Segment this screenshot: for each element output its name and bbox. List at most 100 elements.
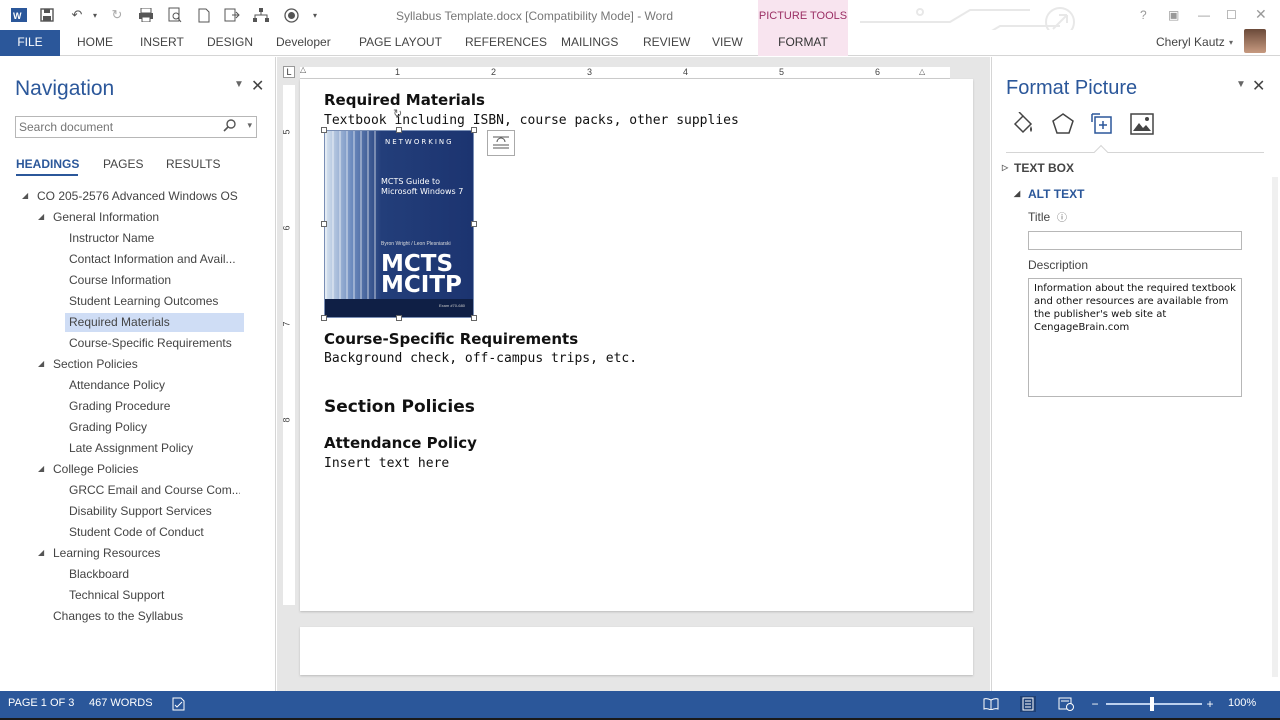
resize-handle[interactable] — [471, 315, 477, 321]
zoom-out-icon[interactable]: − — [1087, 696, 1103, 712]
collapse-icon[interactable]: ◢ — [38, 548, 44, 557]
nav-tree-item[interactable]: CO 205-2576 Advanced Windows OS — [33, 187, 240, 206]
tab-file[interactable]: FILE — [0, 30, 60, 56]
nav-tree-item[interactable]: Student Code of Conduct — [65, 523, 240, 542]
save-icon[interactable] — [38, 6, 56, 24]
new-document-icon[interactable] — [195, 6, 213, 24]
attendance-text[interactable]: Insert text here — [324, 456, 449, 471]
resize-handle[interactable] — [321, 221, 327, 227]
document-page[interactable] — [300, 627, 973, 675]
word-logo-icon[interactable]: W — [10, 6, 28, 24]
tab-view[interactable]: VIEW — [712, 30, 743, 56]
section-alt-text[interactable]: ◢ ALT TEXT — [1014, 187, 1084, 201]
user-dropdown-icon[interactable]: ▾ — [1229, 38, 1233, 47]
nav-tree-item[interactable]: Grading Procedure — [65, 397, 240, 416]
search-box[interactable]: ▾ — [15, 116, 257, 138]
layout-options-button[interactable] — [487, 130, 515, 156]
avatar[interactable] — [1244, 29, 1266, 53]
picture-icon[interactable] — [1129, 111, 1155, 137]
nav-tree-item[interactable]: Required Materials — [65, 313, 244, 332]
close-icon[interactable]: ✕ — [251, 76, 264, 96]
nav-tree-item[interactable]: Course Information — [65, 271, 240, 290]
nav-tree-item[interactable]: Changes to the Syllabus — [49, 607, 240, 626]
record-icon[interactable] — [282, 6, 300, 24]
tab-stop-selector[interactable]: L — [283, 66, 295, 78]
resize-handle[interactable] — [471, 221, 477, 227]
required-materials-text[interactable]: Textbook including ISBN, course packs, o… — [324, 113, 739, 128]
info-icon[interactable]: ⓘ — [1057, 209, 1067, 224]
print-icon[interactable] — [137, 6, 155, 24]
alt-text-title-field[interactable] — [1028, 231, 1242, 250]
zoom-slider[interactable] — [1106, 703, 1202, 705]
send-icon[interactable] — [223, 6, 241, 24]
alt-text-description-field[interactable]: Information about the required textbook … — [1028, 278, 1242, 397]
tab-design[interactable]: DESIGN — [207, 30, 253, 56]
pane-options-icon[interactable]: ▼ — [1236, 79, 1246, 90]
section-text-box[interactable]: ▷ TEXT BOX — [1002, 161, 1074, 175]
tab-pages[interactable]: PAGES — [103, 157, 143, 171]
nav-tree-item[interactable]: Course-Specific Requirements — [65, 334, 240, 353]
tab-review[interactable]: REVIEW — [643, 30, 690, 56]
tab-mailings[interactable]: MAILINGS — [561, 30, 618, 56]
tab-insert[interactable]: INSERT — [140, 30, 184, 56]
collapse-icon[interactable]: ◢ — [38, 359, 44, 368]
ribbon-display-options-icon[interactable]: ▣ — [1168, 8, 1179, 22]
collapse-icon[interactable]: ◢ — [38, 212, 44, 221]
resize-handle[interactable] — [321, 127, 327, 133]
nav-tree-item[interactable]: Student Learning Outcomes — [65, 292, 240, 311]
heading-section-policies[interactable]: Section Policies — [324, 397, 475, 417]
textbook-cover-image[interactable]: NETWORKING MCTS Guide to Microsoft Windo… — [324, 130, 474, 318]
nav-tree-item[interactable]: Attendance Policy — [65, 376, 240, 395]
print-layout-icon[interactable] — [1020, 696, 1036, 712]
scrollbar[interactable] — [1272, 177, 1278, 677]
page-count[interactable]: PAGE 1 OF 3 — [8, 697, 74, 709]
redo-icon[interactable]: ↻ — [108, 6, 126, 24]
pane-options-icon[interactable]: ▼ — [234, 79, 244, 90]
tab-page-layout[interactable]: PAGE LAYOUT — [359, 30, 442, 56]
minimize-icon[interactable]: — — [1198, 8, 1210, 22]
collapse-icon[interactable]: ◢ — [22, 191, 28, 200]
search-options-icon[interactable]: ▾ — [247, 120, 252, 131]
word-count[interactable]: 467 WORDS — [89, 697, 153, 709]
maximize-icon[interactable]: ☐ — [1226, 8, 1237, 22]
read-mode-icon[interactable] — [983, 696, 999, 712]
heading-course-specific-requirements[interactable]: Course-Specific Requirements — [324, 330, 578, 348]
tab-references[interactable]: REFERENCES — [465, 30, 547, 56]
tab-format[interactable]: FORMAT — [758, 30, 848, 56]
tree-icon[interactable] — [252, 6, 270, 24]
tab-results[interactable]: RESULTS — [166, 157, 220, 171]
nav-tree-item[interactable]: Instructor Name — [65, 229, 240, 248]
document-page[interactable]: Required Materials Textbook including IS… — [300, 79, 973, 611]
undo-icon[interactable]: ↶ — [68, 6, 86, 24]
tab-developer[interactable]: Developer — [276, 30, 331, 56]
zoom-level[interactable]: 100% — [1228, 697, 1256, 709]
nav-tree-item[interactable]: College Policies — [49, 460, 240, 479]
proofing-icon[interactable] — [171, 696, 187, 712]
nav-tree-item[interactable]: General Information — [49, 208, 240, 227]
nav-tree-item[interactable]: Learning Resources — [49, 544, 240, 563]
close-window-icon[interactable]: ✕ — [1255, 6, 1267, 23]
undo-dropdown-icon[interactable]: ▾ — [86, 6, 104, 24]
close-icon[interactable]: ✕ — [1252, 76, 1265, 96]
heading-required-materials[interactable]: Required Materials — [324, 91, 485, 109]
horizontal-ruler[interactable]: △ 1 2 3 4 5 6 △ — [300, 65, 950, 79]
left-indent-marker[interactable]: △ — [300, 65, 306, 74]
nav-tree-item[interactable]: Contact Information and Avail... — [65, 250, 240, 269]
effects-icon[interactable] — [1050, 111, 1076, 137]
nav-tree-item[interactable]: Disability Support Services — [65, 502, 240, 521]
nav-tree-item[interactable]: Blackboard — [65, 565, 240, 584]
print-preview-icon[interactable] — [166, 6, 184, 24]
customize-icon[interactable]: ▾ — [306, 6, 324, 24]
resize-handle[interactable] — [396, 315, 402, 321]
resize-handle[interactable] — [321, 315, 327, 321]
nav-tree-item[interactable]: Technical Support — [65, 586, 240, 605]
help-icon[interactable]: ? — [1140, 8, 1147, 22]
zoom-in-icon[interactable]: + — [1202, 696, 1218, 712]
search-input[interactable] — [19, 117, 219, 137]
zoom-slider-thumb[interactable] — [1150, 697, 1154, 711]
course-requirements-text[interactable]: Background check, off-campus trips, etc. — [324, 351, 637, 366]
search-icon[interactable] — [223, 119, 236, 135]
tab-headings[interactable]: HEADINGS — [16, 157, 79, 171]
tab-home[interactable]: HOME — [77, 30, 113, 56]
heading-attendance-policy[interactable]: Attendance Policy — [324, 434, 477, 452]
